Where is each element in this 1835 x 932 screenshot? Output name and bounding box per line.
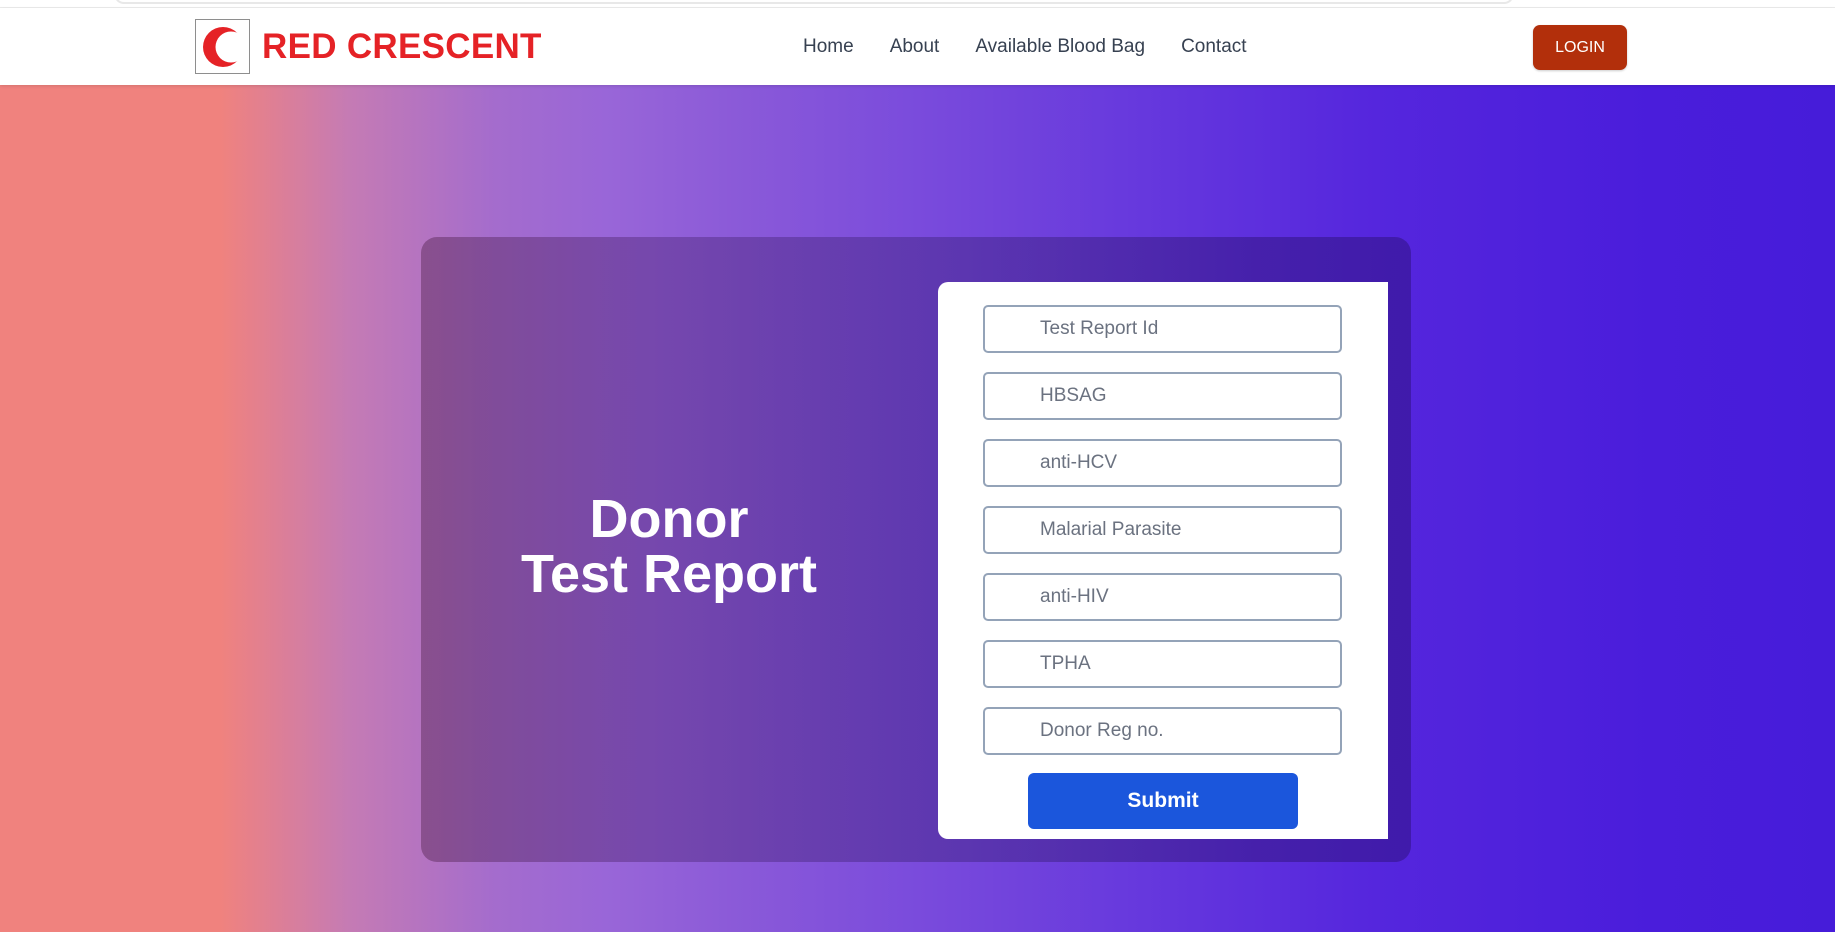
- crescent-icon: [202, 26, 246, 67]
- title-line-2: Test Report: [520, 544, 818, 604]
- browser-address-strip: [0, 0, 1835, 8]
- title-line-1: Donor: [589, 489, 749, 549]
- brand[interactable]: RED CRESCENT: [195, 19, 542, 74]
- test-report-id-input[interactable]: [983, 305, 1342, 353]
- malarial-parasite-input[interactable]: [983, 506, 1342, 554]
- navbar: RED CRESCENT Home About Available Blood …: [0, 8, 1835, 85]
- nav-home-link[interactable]: Home: [803, 36, 854, 58]
- tpha-input[interactable]: [983, 640, 1342, 688]
- hbsag-input[interactable]: [983, 372, 1342, 420]
- nav-about-link[interactable]: About: [890, 36, 940, 58]
- anti-hiv-input[interactable]: [983, 573, 1342, 621]
- anti-hcv-input[interactable]: [983, 439, 1342, 487]
- submit-button[interactable]: Submit: [1028, 773, 1298, 829]
- main-nav: Home About Available Blood Bag Contact: [803, 36, 1247, 58]
- page: RED CRESCENT Home About Available Blood …: [0, 0, 1835, 932]
- red-crescent-logo-icon: [195, 19, 250, 74]
- donor-reg-no-input[interactable]: [983, 707, 1342, 755]
- page-title: Donor Test Report: [480, 492, 858, 602]
- nav-available-blood-bag-link[interactable]: Available Blood Bag: [975, 36, 1145, 58]
- nav-contact-link[interactable]: Contact: [1181, 36, 1246, 58]
- brand-name: RED CRESCENT: [262, 26, 542, 66]
- browser-address-bar-edge: [114, 0, 1514, 4]
- test-report-form: Submit: [938, 282, 1388, 839]
- login-button[interactable]: LOGIN: [1533, 25, 1627, 70]
